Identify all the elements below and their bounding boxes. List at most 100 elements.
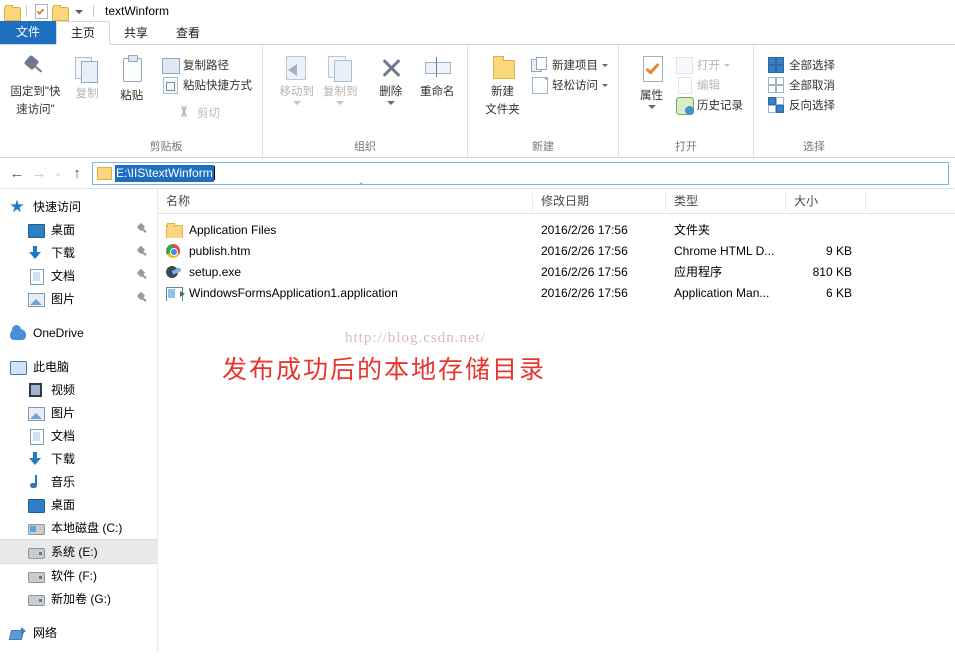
- copy-to-button[interactable]: 复制到: [319, 49, 363, 105]
- delete-button[interactable]: 删除: [368, 49, 414, 105]
- toolbar-separator-2: [93, 4, 94, 17]
- pictures-icon: [28, 291, 45, 307]
- copy-to-dropdown-icon[interactable]: [336, 101, 345, 105]
- pin-icon[interactable]: [136, 292, 147, 303]
- sidebar-item-desktop[interactable]: 桌面: [0, 218, 157, 241]
- cut-button[interactable]: 剪切: [172, 103, 256, 123]
- address-input[interactable]: E:\IIS\textWinform: [92, 161, 949, 185]
- sidebar-item-drive-e[interactable]: 系统 (E:): [0, 539, 157, 564]
- select-none-button[interactable]: 全部取消: [764, 75, 839, 95]
- copy-label: 复制: [75, 88, 99, 100]
- table-row[interactable]: publish.htm 2016/2/26 17:56 Chrome HTML …: [158, 240, 955, 261]
- move-to-button[interactable]: 移动到: [275, 49, 319, 105]
- sidebar-label-quick-access: 快速访问: [33, 200, 82, 214]
- recent-locations-button[interactable]: ⌄: [50, 162, 66, 184]
- table-row[interactable]: Application Files 2016/2/26 17:56 文件夹: [158, 219, 955, 240]
- file-name-text: WindowsFormsApplication1.application: [189, 285, 398, 300]
- sidebar-item-drive-f[interactable]: 软件 (F:): [0, 564, 157, 587]
- sidebar-item-downloads[interactable]: 下载: [0, 241, 157, 264]
- customize-dropdown-icon[interactable]: [71, 3, 87, 19]
- properties-dropdown-icon[interactable]: [647, 105, 656, 109]
- forward-button[interactable]: →: [28, 162, 50, 184]
- sidebar-item-pictures-pc[interactable]: 图片: [0, 401, 157, 424]
- sidebar-item-music[interactable]: 音乐: [0, 470, 157, 493]
- sidebar-item-downloads-pc[interactable]: 下载: [0, 447, 157, 470]
- column-header-size[interactable]: 大小: [786, 192, 866, 210]
- pin-icon[interactable]: [136, 269, 147, 280]
- sidebar-label-drive-f: 软件 (F:): [51, 569, 97, 583]
- network-icon: [10, 625, 26, 641]
- column-header-type[interactable]: 类型: [666, 192, 786, 210]
- paste-shortcut-button[interactable]: 粘贴快捷方式: [158, 75, 256, 95]
- column-header-date[interactable]: 修改日期: [533, 192, 666, 210]
- properties-icon[interactable]: [33, 3, 49, 19]
- drive-icon: [28, 591, 45, 607]
- copy-button[interactable]: 复制: [65, 49, 110, 101]
- open-button[interactable]: 打开: [672, 55, 747, 75]
- new-folder-icon[interactable]: [52, 3, 69, 21]
- new-item-label: 新建项目: [552, 60, 598, 72]
- rename-button[interactable]: 重命名: [414, 49, 461, 99]
- tab-file[interactable]: 文件: [0, 21, 57, 44]
- edit-label: 编辑: [697, 80, 720, 92]
- select-all-label: 全部选择: [789, 60, 835, 72]
- properties-label: 属性: [640, 90, 663, 102]
- column-header-name[interactable]: 名称: [158, 192, 533, 210]
- new-item-button[interactable]: 新建项目: [527, 55, 612, 75]
- new-item-dropdown-icon[interactable]: [602, 63, 608, 67]
- easy-access-dropdown-icon[interactable]: [602, 83, 608, 87]
- move-to-dropdown-icon[interactable]: [292, 101, 301, 105]
- delete-dropdown-icon[interactable]: [386, 101, 395, 105]
- window-title: textWinform: [105, 3, 170, 18]
- paste-icon: [118, 55, 146, 85]
- select-all-button[interactable]: 全部选择: [764, 55, 839, 75]
- sidebar-label-desktop-pc: 桌面: [51, 498, 76, 512]
- sidebar-item-drive-g[interactable]: 新加卷 (G:): [0, 587, 157, 610]
- downloads-icon: [28, 451, 44, 467]
- sidebar-header-this-pc[interactable]: 此电脑: [0, 355, 157, 378]
- back-button[interactable]: ←: [6, 162, 28, 184]
- invert-selection-button[interactable]: 反向选择: [764, 95, 839, 115]
- sidebar-label-downloads: 下载: [51, 246, 76, 260]
- sidebar-item-videos[interactable]: 视频: [0, 378, 157, 401]
- sidebar-item-desktop-pc[interactable]: 桌面: [0, 493, 157, 516]
- tab-view[interactable]: 查看: [162, 22, 214, 44]
- sidebar-label-local-disk-c: 本地磁盘 (C:): [51, 521, 123, 535]
- up-button[interactable]: ↑: [66, 162, 88, 184]
- copy-to-icon: [326, 55, 354, 82]
- invert-selection-label: 反向选择: [789, 100, 835, 112]
- pin-to-quick-access-button[interactable]: 固定到"快 速访问": [6, 49, 65, 117]
- sidebar-item-network[interactable]: 网络: [0, 621, 157, 644]
- tab-share[interactable]: 共享: [110, 22, 162, 44]
- select-all-icon: [768, 57, 784, 73]
- sidebar-item-onedrive[interactable]: OneDrive: [0, 321, 157, 344]
- folder-icon[interactable]: [4, 3, 21, 21]
- file-name-text: setup.exe: [189, 264, 242, 279]
- copy-path-button[interactable]: 复制路径: [158, 55, 256, 75]
- new-folder-label: 新建: [491, 86, 514, 98]
- edit-button[interactable]: 编辑: [672, 75, 747, 95]
- sidebar-header-quick-access[interactable]: 快速访问: [0, 195, 157, 218]
- sidebar-item-documents[interactable]: 文档: [0, 264, 157, 287]
- sidebar-item-documents-pc[interactable]: 文档: [0, 424, 157, 447]
- history-button[interactable]: 历史记录: [672, 95, 747, 115]
- sidebar-item-pictures[interactable]: 图片: [0, 287, 157, 310]
- properties-button[interactable]: 属性: [631, 49, 672, 109]
- new-folder-icon: [488, 55, 518, 81]
- file-size-cell: 810 KB: [812, 264, 852, 279]
- file-type-cell: Chrome HTML D...: [674, 243, 775, 258]
- table-row[interactable]: WindowsFormsApplication1.application 201…: [158, 282, 955, 303]
- open-dropdown-icon[interactable]: [724, 63, 730, 67]
- table-row[interactable]: setup.exe 2016/2/26 17:56 应用程序 810 KB: [158, 261, 955, 282]
- address-bar: ← → ⌄ ↑ E:\IIS\textWinform: [0, 158, 955, 188]
- pin-icon[interactable]: [136, 246, 147, 257]
- new-folder-button[interactable]: 新建 文件夹: [482, 49, 523, 117]
- pin-icon[interactable]: [136, 223, 147, 234]
- easy-access-button[interactable]: 轻松访问: [527, 75, 612, 95]
- file-date-cell: 2016/2/26 17:56: [541, 222, 628, 237]
- tab-home[interactable]: 主页: [56, 21, 111, 45]
- sidebar-item-local-disk-c[interactable]: 本地磁盘 (C:): [0, 516, 157, 539]
- paste-button[interactable]: 粘贴: [109, 49, 154, 103]
